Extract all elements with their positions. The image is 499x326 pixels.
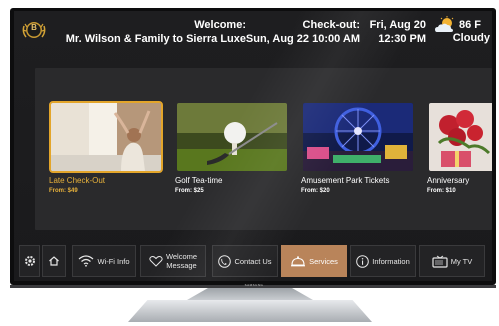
welcome-message: Welcome: Mr. Wilson & Family to Sierra L… [48,18,246,46]
tv-screen: B Welcome: Mr. Wilson & Family to Sierra… [14,11,492,281]
header: B Welcome: Mr. Wilson & Family to Sierra… [14,11,492,51]
nav-label-line1: Welcome [165,252,198,261]
service-card-anniversary[interactable]: Anniversary From: $10 [427,101,492,211]
wifi-info-button[interactable]: Wi-Fi Info [72,245,136,277]
golf-image [175,101,289,173]
information-button[interactable]: Information [350,245,416,277]
nav-label: My TV [450,256,473,266]
services-panel: Late Check-Out From: $49 Golf Tea-time F… [35,68,492,230]
service-price: From: $20 [301,188,330,194]
service-title: Golf Tea-time [175,176,223,185]
service-price: From: $25 [175,188,204,194]
home-button[interactable] [42,245,66,277]
contact-us-button[interactable]: Contact Us [212,245,278,277]
gear-icon [24,256,35,266]
info-icon [356,254,370,268]
nav-label: Welcome Message [166,252,197,270]
tv-stand-base [128,300,372,322]
amusement-park-image [301,101,415,173]
service-bell-icon [291,256,306,267]
phone-icon [218,254,232,268]
current-datetime: Fri, Aug 20 12:30 PM [360,18,426,46]
home-icon [49,256,59,266]
service-title: Anniversary [427,176,470,185]
service-card-late-checkout[interactable]: Late Check-Out From: $49 [49,101,163,211]
checkout-info: Check-out: Sun, Aug 22 10:00 AM [242,18,360,46]
nav-label: Information [372,256,410,266]
temperature: 86 F [459,19,482,31]
late-checkout-image [49,101,163,173]
current-date: Fri, Aug 20 [369,19,426,31]
nav-label-line2: Message [166,261,197,270]
settings-button[interactable] [19,245,40,277]
service-price: From: $49 [49,188,78,194]
wifi-icon [79,255,94,267]
guest-name: Mr. Wilson & Family to Sierra Luxe [65,33,246,45]
logo-letter: B [31,23,37,32]
services-button[interactable]: Services [281,245,347,277]
welcome-label: Welcome: [194,19,246,31]
service-price: From: $10 [427,188,456,194]
weather-condition: Cloudy [452,32,490,44]
anniversary-image [427,101,492,173]
service-title: Late Check-Out [49,176,106,185]
current-time: 12:30 PM [378,33,426,45]
weather-widget: 86 F Cloudy [430,15,490,49]
service-title: Amusement Park Tickets [301,176,390,185]
checkout-label: Check-out: [302,19,360,31]
my-tv-button[interactable]: My TV [419,245,485,277]
heart-icon [149,256,163,267]
tv-icon [432,255,448,268]
welcome-message-button[interactable]: Welcome Message [140,245,206,277]
nav-label: Contact Us [234,256,272,266]
nav-label: Wi-Fi Info [97,256,130,266]
checkout-datetime: Sun, Aug 22 10:00 AM [245,33,360,45]
service-card-amusement-park[interactable]: Amusement Park Tickets From: $20 [301,101,415,211]
tv-brand-label: SAMSUNG [244,283,264,287]
service-card-golf[interactable]: Golf Tea-time From: $25 [175,101,289,211]
bottom-nav: Wi-Fi Info Welcome Message Contact Us Se… [14,240,492,281]
nav-label: Services [309,256,338,266]
